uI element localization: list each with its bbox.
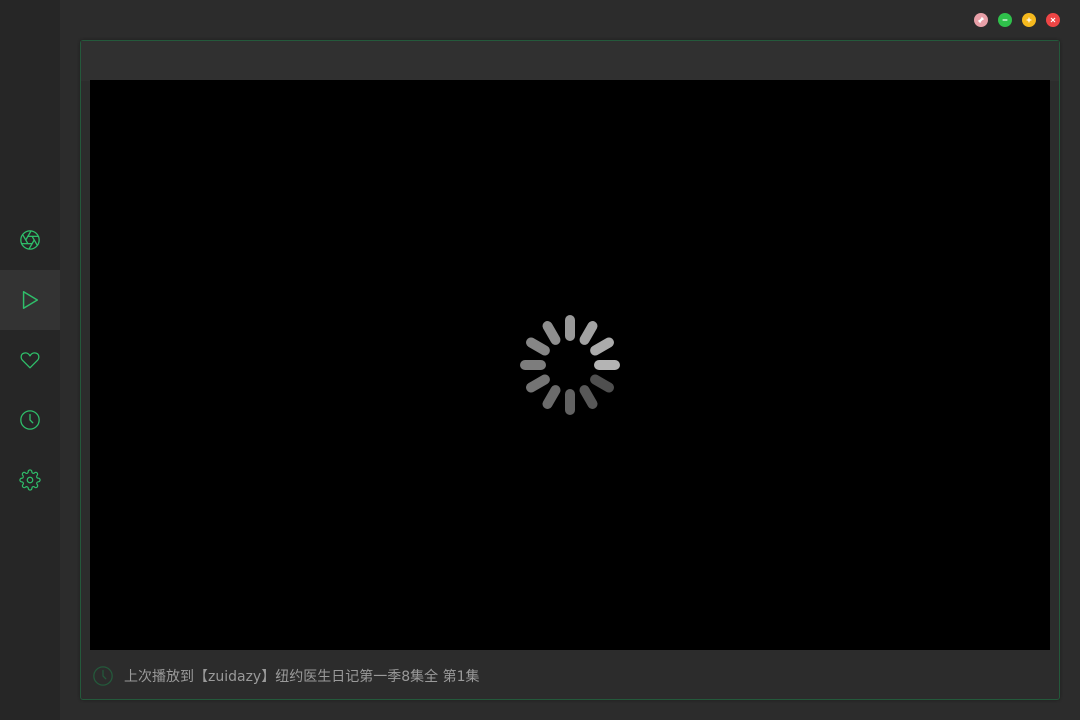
last-played-bar[interactable]: 上次播放到【zuidazy】纽约医生日记第一季8集全 第1集 <box>90 661 1030 691</box>
video-player[interactable] <box>90 80 1050 650</box>
pin-icon <box>977 16 985 24</box>
spinner-icon <box>520 315 620 415</box>
clock-icon <box>93 666 113 686</box>
spinner-spoke <box>579 321 598 345</box>
spinner-spoke <box>526 337 550 356</box>
plus-icon <box>1026 17 1032 23</box>
spinner-spoke <box>565 389 575 415</box>
spinner-spoke <box>520 360 546 370</box>
minimize-button[interactable] <box>998 13 1012 27</box>
window-controls <box>974 13 1060 27</box>
spinner-spoke <box>542 321 561 345</box>
sidebar-item-history[interactable] <box>0 390 60 450</box>
sidebar-item-favorites[interactable] <box>0 330 60 390</box>
minus-icon <box>1002 19 1008 21</box>
pin-button[interactable] <box>974 13 988 27</box>
spinner-spoke <box>565 315 575 341</box>
spinner-spoke <box>542 385 561 409</box>
spinner-spoke <box>590 374 614 393</box>
play-icon <box>22 291 39 309</box>
sidebar-item-settings[interactable] <box>0 450 60 510</box>
sidebar-item-film[interactable] <box>0 210 60 270</box>
player-panel: 上次播放到【zuidazy】纽约医生日记第一季8集全 第1集 <box>80 40 1060 700</box>
maximize-button[interactable] <box>1022 13 1036 27</box>
clock-icon <box>20 410 40 430</box>
spinner-spoke <box>590 337 614 356</box>
spinner-spoke <box>526 374 550 393</box>
player-header <box>81 41 1059 81</box>
heart-icon <box>20 352 40 369</box>
close-icon <box>1050 17 1056 23</box>
last-played-text: 上次播放到【zuidazy】纽约医生日记第一季8集全 第1集 <box>124 669 480 685</box>
sidebar <box>0 0 60 720</box>
spinner-spoke <box>594 360 620 370</box>
gear-icon <box>19 469 41 491</box>
close-button[interactable] <box>1046 13 1060 27</box>
aperture-icon <box>20 230 40 250</box>
spinner-spoke <box>579 385 598 409</box>
sidebar-item-play[interactable] <box>0 270 60 330</box>
